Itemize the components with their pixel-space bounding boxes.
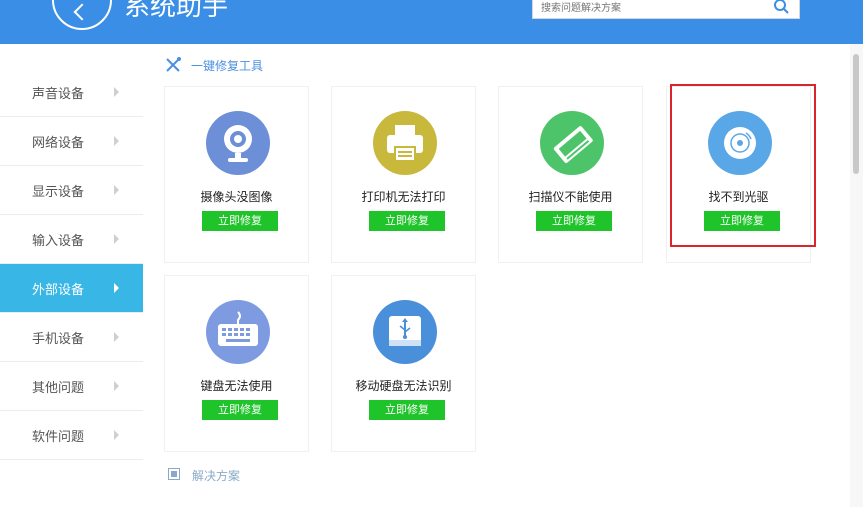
scanner-icon <box>540 111 604 175</box>
keyboard-icon <box>206 300 270 364</box>
fix-now-button[interactable]: 立即修复 <box>369 400 445 420</box>
tool-label: 摄像头没图像 <box>200 190 273 204</box>
fix-now-button[interactable]: 立即修复 <box>536 211 612 231</box>
category-sidebar: 声音设备 网络设备 显示设备 输入设备 外部设备 手机设备 其他问题 软件问题 <box>0 68 143 460</box>
sidebar-item-other[interactable]: 其他问题 <box>0 362 143 411</box>
caret-right-icon <box>114 332 119 342</box>
fix-now-button[interactable]: 立即修复 <box>369 211 445 231</box>
search-input[interactable] <box>541 0 761 16</box>
fix-now-button[interactable]: 立即修复 <box>202 211 278 231</box>
caret-right-icon <box>114 185 119 195</box>
disc-icon <box>708 111 772 175</box>
sidebar-item-label: 手机设备 <box>32 332 85 347</box>
sidebar-item-label: 网络设备 <box>32 136 85 151</box>
section-title: 一键修复工具 <box>191 59 264 73</box>
caret-right-icon <box>114 430 119 440</box>
tool-card-external-drive: 移动硬盘无法识别 立即修复 <box>331 275 476 452</box>
sidebar-item-network[interactable]: 网络设备 <box>0 117 143 166</box>
caret-right-icon <box>114 283 119 293</box>
sidebar-item-sound[interactable]: 声音设备 <box>0 68 143 117</box>
tool-label: 键盘无法使用 <box>200 379 273 393</box>
tool-card-disc-drive: 找不到光驱 立即修复 <box>666 86 811 263</box>
sidebar-item-software[interactable]: 软件问题 <box>0 411 143 460</box>
tool-label: 移动硬盘无法识别 <box>355 379 452 393</box>
caret-right-icon <box>114 381 119 391</box>
solutions-title: 解决方案 <box>192 469 241 483</box>
caret-right-icon <box>114 87 119 97</box>
sidebar-item-input[interactable]: 输入设备 <box>0 215 143 264</box>
fix-now-button[interactable]: 立即修复 <box>704 211 780 231</box>
chevron-left-icon <box>73 3 91 21</box>
sidebar-item-label: 外部设备 <box>32 283 85 298</box>
usb-drive-icon <box>373 300 437 364</box>
printer-icon <box>373 111 437 175</box>
document-icon <box>168 468 180 480</box>
search-icon[interactable] <box>773 0 789 14</box>
search-box[interactable] <box>532 0 800 19</box>
tool-label: 找不到光驱 <box>708 190 769 204</box>
tool-card-scanner: 扫描仪不能使用 立即修复 <box>498 86 643 263</box>
sidebar-item-label: 输入设备 <box>32 234 85 249</box>
tool-card-printer: 打印机无法打印 立即修复 <box>331 86 476 263</box>
sidebar-item-mobile[interactable]: 手机设备 <box>0 313 143 362</box>
sidebar-item-external[interactable]: 外部设备 <box>0 264 143 313</box>
fix-now-button[interactable]: 立即修复 <box>202 400 278 420</box>
sidebar-item-label: 软件问题 <box>32 430 85 445</box>
sidebar-item-label: 显示设备 <box>32 185 85 200</box>
sidebar-item-label: 其他问题 <box>32 381 85 396</box>
tool-label: 扫描仪不能使用 <box>528 190 613 204</box>
app-header: 系统助手 <box>0 0 863 44</box>
sidebar-item-label: 声音设备 <box>32 87 85 102</box>
caret-right-icon <box>114 136 119 146</box>
scrollbar-thumb[interactable] <box>853 54 859 174</box>
back-button[interactable] <box>52 0 112 30</box>
caret-right-icon <box>114 234 119 244</box>
tool-card-keyboard: 键盘无法使用 立即修复 <box>164 275 309 452</box>
tool-card-webcam: 摄像头没图像 立即修复 <box>164 86 309 263</box>
tools-icon <box>166 57 181 72</box>
app-title: 系统助手 <box>124 0 229 22</box>
webcam-icon <box>206 111 270 175</box>
vertical-scrollbar[interactable] <box>850 44 863 507</box>
tool-label: 打印机无法打印 <box>361 190 446 204</box>
sidebar-item-display[interactable]: 显示设备 <box>0 166 143 215</box>
